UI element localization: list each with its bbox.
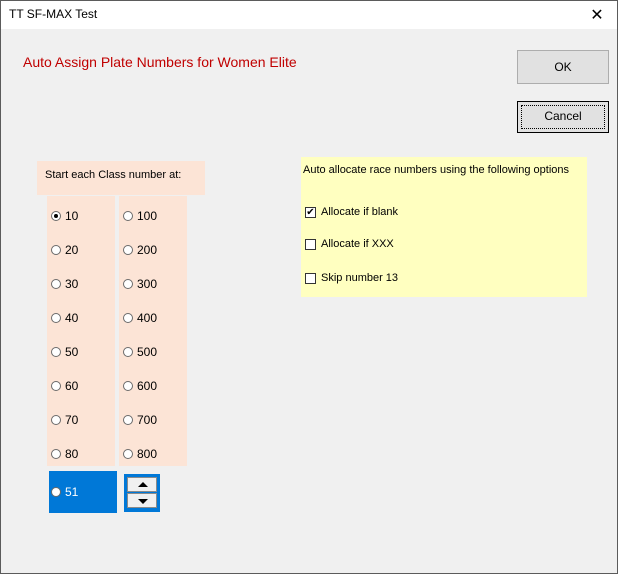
radio-circle-icon (123, 245, 133, 255)
radio-600[interactable]: 600 (123, 376, 157, 396)
radio-700[interactable]: 700 (123, 410, 157, 430)
page-title: Auto Assign Plate Numbers for Women Elit… (23, 54, 297, 70)
spin-button (124, 474, 160, 512)
checkbox-allocate-if-blank[interactable]: ✔ Allocate if blank (305, 206, 398, 218)
radio-200[interactable]: 200 (123, 240, 157, 260)
dialog-window: TT SF-MAX Test ✕ Auto Assign Plate Numbe… (0, 0, 618, 574)
radio-circle-icon (123, 449, 133, 459)
radio-300[interactable]: 300 (123, 274, 157, 294)
radio-500[interactable]: 500 (123, 342, 157, 362)
checkbox-icon (305, 272, 316, 284)
radio-column-tens: 10 20 30 40 50 60 70 80 (47, 196, 115, 466)
radio-circle-icon (51, 211, 61, 221)
spin-up-button[interactable] (127, 477, 157, 492)
checkbox-icon (305, 238, 316, 250)
radio-40[interactable]: 40 (51, 308, 78, 328)
radio-30[interactable]: 30 (51, 274, 78, 294)
close-icon[interactable]: ✕ (577, 1, 617, 29)
custom-value: 51 (65, 485, 79, 499)
radio-circle-icon (51, 415, 61, 425)
radio-50[interactable]: 50 (51, 342, 78, 362)
radio-100[interactable]: 100 (123, 206, 157, 226)
cancel-button[interactable]: Cancel (517, 101, 609, 133)
radio-circle-icon (123, 381, 133, 391)
class-start-header: Start each Class number at: (37, 161, 205, 195)
radio-circle-icon (123, 347, 133, 357)
radio-circle-icon (51, 381, 61, 391)
arrow-down-icon (138, 499, 148, 504)
radio-circle-icon (51, 313, 61, 323)
radio-circle-icon (51, 487, 61, 497)
radio-circle-icon (123, 279, 133, 289)
radio-70[interactable]: 70 (51, 410, 78, 430)
radio-circle-icon (123, 211, 133, 221)
radio-60[interactable]: 60 (51, 376, 78, 396)
checkbox-allocate-if-xxx[interactable]: Allocate if XXX (305, 238, 394, 250)
auto-allocate-label: Auto allocate race numbers using the fol… (303, 164, 569, 176)
radio-circle-icon (51, 279, 61, 289)
radio-circle-icon (51, 245, 61, 255)
checkbox-checked-icon: ✔ (305, 206, 316, 218)
radio-400[interactable]: 400 (123, 308, 157, 328)
radio-circle-icon (51, 347, 61, 357)
focus-rect (521, 105, 605, 129)
radio-80[interactable]: 80 (51, 444, 78, 464)
radio-10[interactable]: 10 (51, 206, 78, 226)
window-title: TT SF-MAX Test (9, 7, 98, 21)
radio-circle-icon (123, 313, 133, 323)
radio-circle-icon (51, 449, 61, 459)
class-start-label: Start each Class number at: (45, 169, 182, 181)
radio-custom[interactable]: 51 (51, 482, 78, 502)
title-bar: TT SF-MAX Test ✕ (1, 1, 617, 29)
checkbox-skip-13[interactable]: Skip number 13 (305, 272, 398, 284)
radio-20[interactable]: 20 (51, 240, 78, 260)
custom-value-box: 51 (49, 471, 117, 513)
ok-button[interactable]: OK (517, 50, 609, 84)
spin-down-button[interactable] (127, 493, 157, 508)
auto-allocate-panel: Auto allocate race numbers using the fol… (301, 157, 587, 297)
radio-circle-icon (123, 415, 133, 425)
arrow-up-icon (138, 482, 148, 487)
radio-800[interactable]: 800 (123, 444, 157, 464)
radio-column-hundreds: 100 200 300 400 500 600 700 800 (119, 196, 187, 466)
